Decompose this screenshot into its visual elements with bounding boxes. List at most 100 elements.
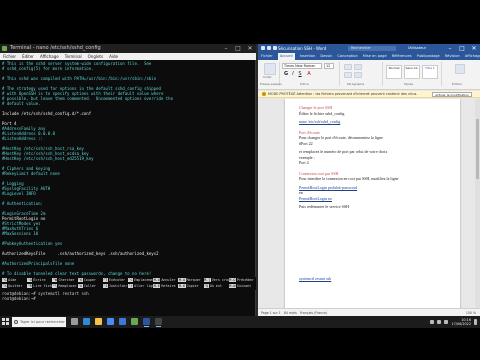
- ribbon-tab[interactable]: Dessin: [320, 53, 332, 60]
- bullets-icon[interactable]: [344, 64, 352, 70]
- nano-shortcut-label: Coller: [83, 284, 96, 288]
- find-icon[interactable]: [455, 64, 465, 74]
- volume-icon[interactable]: [444, 320, 449, 324]
- nano-shortcut-label: Où est: [209, 284, 222, 288]
- terminal-window[interactable]: Terminal - nano /etc/ssh/sshd_config – □…: [0, 44, 256, 316]
- ribbon-tab[interactable]: Accueil: [277, 53, 295, 60]
- close-icon[interactable]: ✕: [468, 44, 480, 53]
- font-color-button[interactable]: A: [306, 71, 312, 77]
- terminal-output[interactable]: # This is the sshd server system-wide co…: [0, 60, 256, 277]
- bold-button[interactable]: G: [283, 71, 289, 77]
- nano-shortcut[interactable]: ^J Justifier: [102, 283, 128, 289]
- network-icon[interactable]: [437, 320, 442, 324]
- undo-icon[interactable]: [267, 46, 271, 50]
- nano-shortcut[interactable]: M-E Refaire: [153, 283, 178, 289]
- terminal-menu-item[interactable]: Onglets: [88, 53, 103, 60]
- word-user[interactable]: Utilisateur: [408, 44, 426, 53]
- task-view-icon[interactable]: [70, 317, 79, 327]
- taskbar: Taper ici pour rechercher 10:16 17/06/20…: [0, 316, 480, 328]
- ribbon-tab[interactable]: Références: [392, 53, 412, 60]
- style-heading-1[interactable]: Titre 1: [422, 65, 438, 79]
- font-size-select[interactable]: 12: [324, 63, 334, 69]
- terminal-icon[interactable]: [154, 317, 163, 327]
- windows-start-icon[interactable]: [1, 317, 11, 327]
- align-left-icon[interactable]: [344, 72, 352, 78]
- nano-shortcut[interactable]: ^X Quitter: [2, 283, 27, 289]
- nano-shortcut-label: Marquer: [186, 278, 201, 282]
- virtualbox-icon[interactable]: [130, 317, 139, 327]
- nano-shortcut-label: Annuler: [161, 278, 176, 282]
- status-bar: Page 1 sur 1 84 mots Français (France) 1…: [258, 308, 480, 316]
- scroll-thumb[interactable]: [476, 119, 479, 179]
- word-search-box[interactable]: Rechercher: [348, 46, 396, 51]
- taskbar-search[interactable]: Taper ici pour rechercher: [12, 317, 66, 327]
- minimize-icon[interactable]: –: [220, 44, 232, 53]
- word-title: Sécurisation SSH - Word: [278, 46, 327, 51]
- chevron-up-icon[interactable]: [430, 320, 435, 324]
- close-icon[interactable]: ✕: [244, 44, 256, 53]
- word-titlebar[interactable]: Sécurisation SSH - Word Rechercher Utili…: [258, 44, 480, 53]
- mail-icon[interactable]: [118, 317, 127, 327]
- terminal-menu-item[interactable]: Éditer: [22, 53, 34, 60]
- notification-icon[interactable]: [474, 319, 477, 325]
- terminal-menu-item[interactable]: Affichage: [40, 53, 59, 60]
- edge-icon[interactable]: [82, 317, 91, 327]
- store-icon[interactable]: [106, 317, 115, 327]
- ribbon-tab[interactable]: Conception: [337, 53, 357, 60]
- nano-shortcut[interactable]: ^/Aller ligne: [128, 283, 153, 289]
- terminal-menu-item[interactable]: Aide: [109, 53, 118, 60]
- document-page[interactable]: Changer le port SSH Éditer le fichier ssh…: [285, 99, 460, 308]
- explorer-icon[interactable]: [94, 317, 103, 327]
- nano-shortcut[interactable]: M-W Suivant: [228, 283, 254, 289]
- nano-shortcut[interactable]: ^\ Remplacer: [52, 283, 77, 289]
- ribbon-tab[interactable]: Affichage: [465, 53, 480, 60]
- redo-icon[interactable]: [273, 46, 277, 50]
- nano-shortcut-key: ^C: [128, 278, 134, 282]
- clipboard-group: Coller Presse-papiers: [260, 62, 282, 86]
- terminal-titlebar[interactable]: Terminal - nano /etc/ssh/sshd_config – □…: [0, 44, 256, 53]
- nano-shortcut[interactable]: ^Q Où est: [203, 283, 229, 289]
- paste-icon[interactable]: [264, 63, 276, 75]
- quick-access-toolbar: [261, 46, 277, 50]
- ribbon-tab[interactable]: Mise en page: [363, 53, 387, 60]
- style-no-spacing[interactable]: Sans int.: [404, 65, 420, 79]
- enable-editing-button[interactable]: Activer la modification: [432, 92, 472, 97]
- underline-button[interactable]: S: [297, 71, 303, 77]
- ribbon-tab[interactable]: Fichier: [261, 53, 273, 60]
- shell-prompt[interactable]: root@debian:~# systemctl restart ssh root…: [0, 290, 256, 302]
- doc-paragraph: systemctl restart ssh: [299, 276, 446, 282]
- terminal-menu-item[interactable]: Terminal: [65, 53, 82, 60]
- word-icon[interactable]: [142, 317, 151, 327]
- font-name-select[interactable]: Times New Roman: [282, 63, 322, 69]
- minimize-icon[interactable]: –: [444, 44, 456, 53]
- italic-button[interactable]: I: [290, 71, 296, 77]
- page-count[interactable]: Page 1 sur 1: [261, 311, 281, 315]
- terminal-icon: [2, 46, 7, 51]
- style-normal[interactable]: Normal: [386, 65, 402, 79]
- ribbon-tab[interactable]: Publipostage: [417, 53, 440, 60]
- save-icon[interactable]: [261, 46, 265, 50]
- word-window[interactable]: Sécurisation SSH - Word Rechercher Utili…: [258, 44, 480, 316]
- ribbon-tab[interactable]: Révision: [445, 53, 460, 60]
- clock[interactable]: 10:16 17/06/2022: [451, 318, 471, 327]
- editing-group: Édition: [444, 62, 478, 86]
- nano-shortcut-label: Aide: [8, 278, 17, 282]
- language[interactable]: Français (France): [300, 311, 327, 315]
- nano-shortcut[interactable]: M-6 Copier: [178, 283, 203, 289]
- ribbon-tab[interactable]: Insertion: [300, 53, 316, 60]
- align-center-icon[interactable]: [354, 72, 362, 78]
- word-count[interactable]: 84 mots: [284, 311, 297, 315]
- maximize-icon[interactable]: □: [232, 44, 244, 53]
- terminal-menu-item[interactable]: Fichier: [3, 53, 16, 60]
- vertical-scrollbar[interactable]: [475, 99, 480, 308]
- nano-shortcut-key: ^\: [52, 284, 58, 288]
- nano-shortcut-label: Justifier: [108, 284, 128, 288]
- nano-shortcut-key: M-6: [178, 284, 186, 288]
- numbering-icon[interactable]: [354, 64, 362, 70]
- nano-shortcut[interactable]: ^U Coller: [77, 283, 103, 289]
- maximize-icon[interactable]: □: [456, 44, 468, 53]
- nano-shortcut[interactable]: ^R Lire fich.: [27, 283, 52, 289]
- shell-line: root@debian:~#: [2, 296, 39, 301]
